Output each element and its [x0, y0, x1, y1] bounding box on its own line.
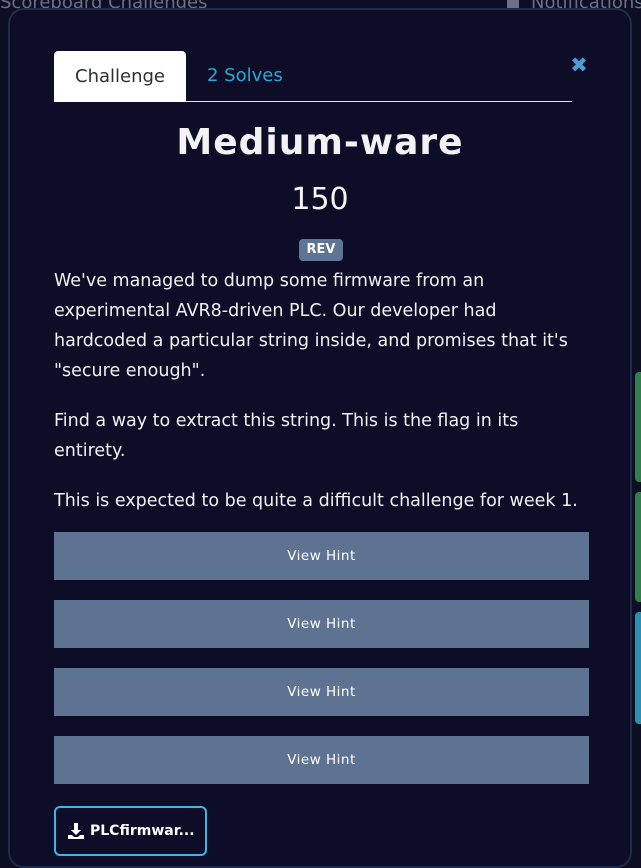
view-hint-button-1[interactable]: View Hint: [54, 532, 589, 580]
modal-tabs: Challenge 2 Solves: [54, 50, 572, 102]
download-file-button[interactable]: PLCfirmwar...: [54, 806, 207, 856]
category-badge: REV: [299, 239, 343, 261]
download-icon: [68, 823, 84, 839]
description-paragraph: This is expected to be quite a difficult…: [54, 491, 578, 511]
challenge-points: 150: [291, 182, 349, 217]
background-accent-blue: [635, 612, 641, 724]
tab-solves[interactable]: 2 Solves: [186, 50, 304, 101]
view-hint-button-4[interactable]: View Hint: [54, 736, 589, 784]
view-hint-button-2[interactable]: View Hint: [54, 600, 589, 648]
background-accent-green: [635, 372, 641, 482]
description-paragraph: We've managed to dump some firmware from…: [54, 271, 568, 381]
background-accent-green-2: [635, 492, 641, 602]
challenge-title: Medium-ware: [176, 122, 464, 163]
view-hint-button-3[interactable]: View Hint: [54, 668, 589, 716]
challenge-modal: Challenge 2 Solves ✖ Medium-ware 150 REV…: [8, 8, 632, 868]
close-icon[interactable]: ✖: [568, 54, 590, 76]
tab-challenge[interactable]: Challenge: [54, 51, 186, 102]
description-paragraph: Find a way to extract this string. This …: [54, 411, 519, 461]
file-name-label: PLCfirmwar...: [90, 823, 195, 839]
challenge-description: We've managed to dump some firmware from…: [54, 266, 594, 536]
